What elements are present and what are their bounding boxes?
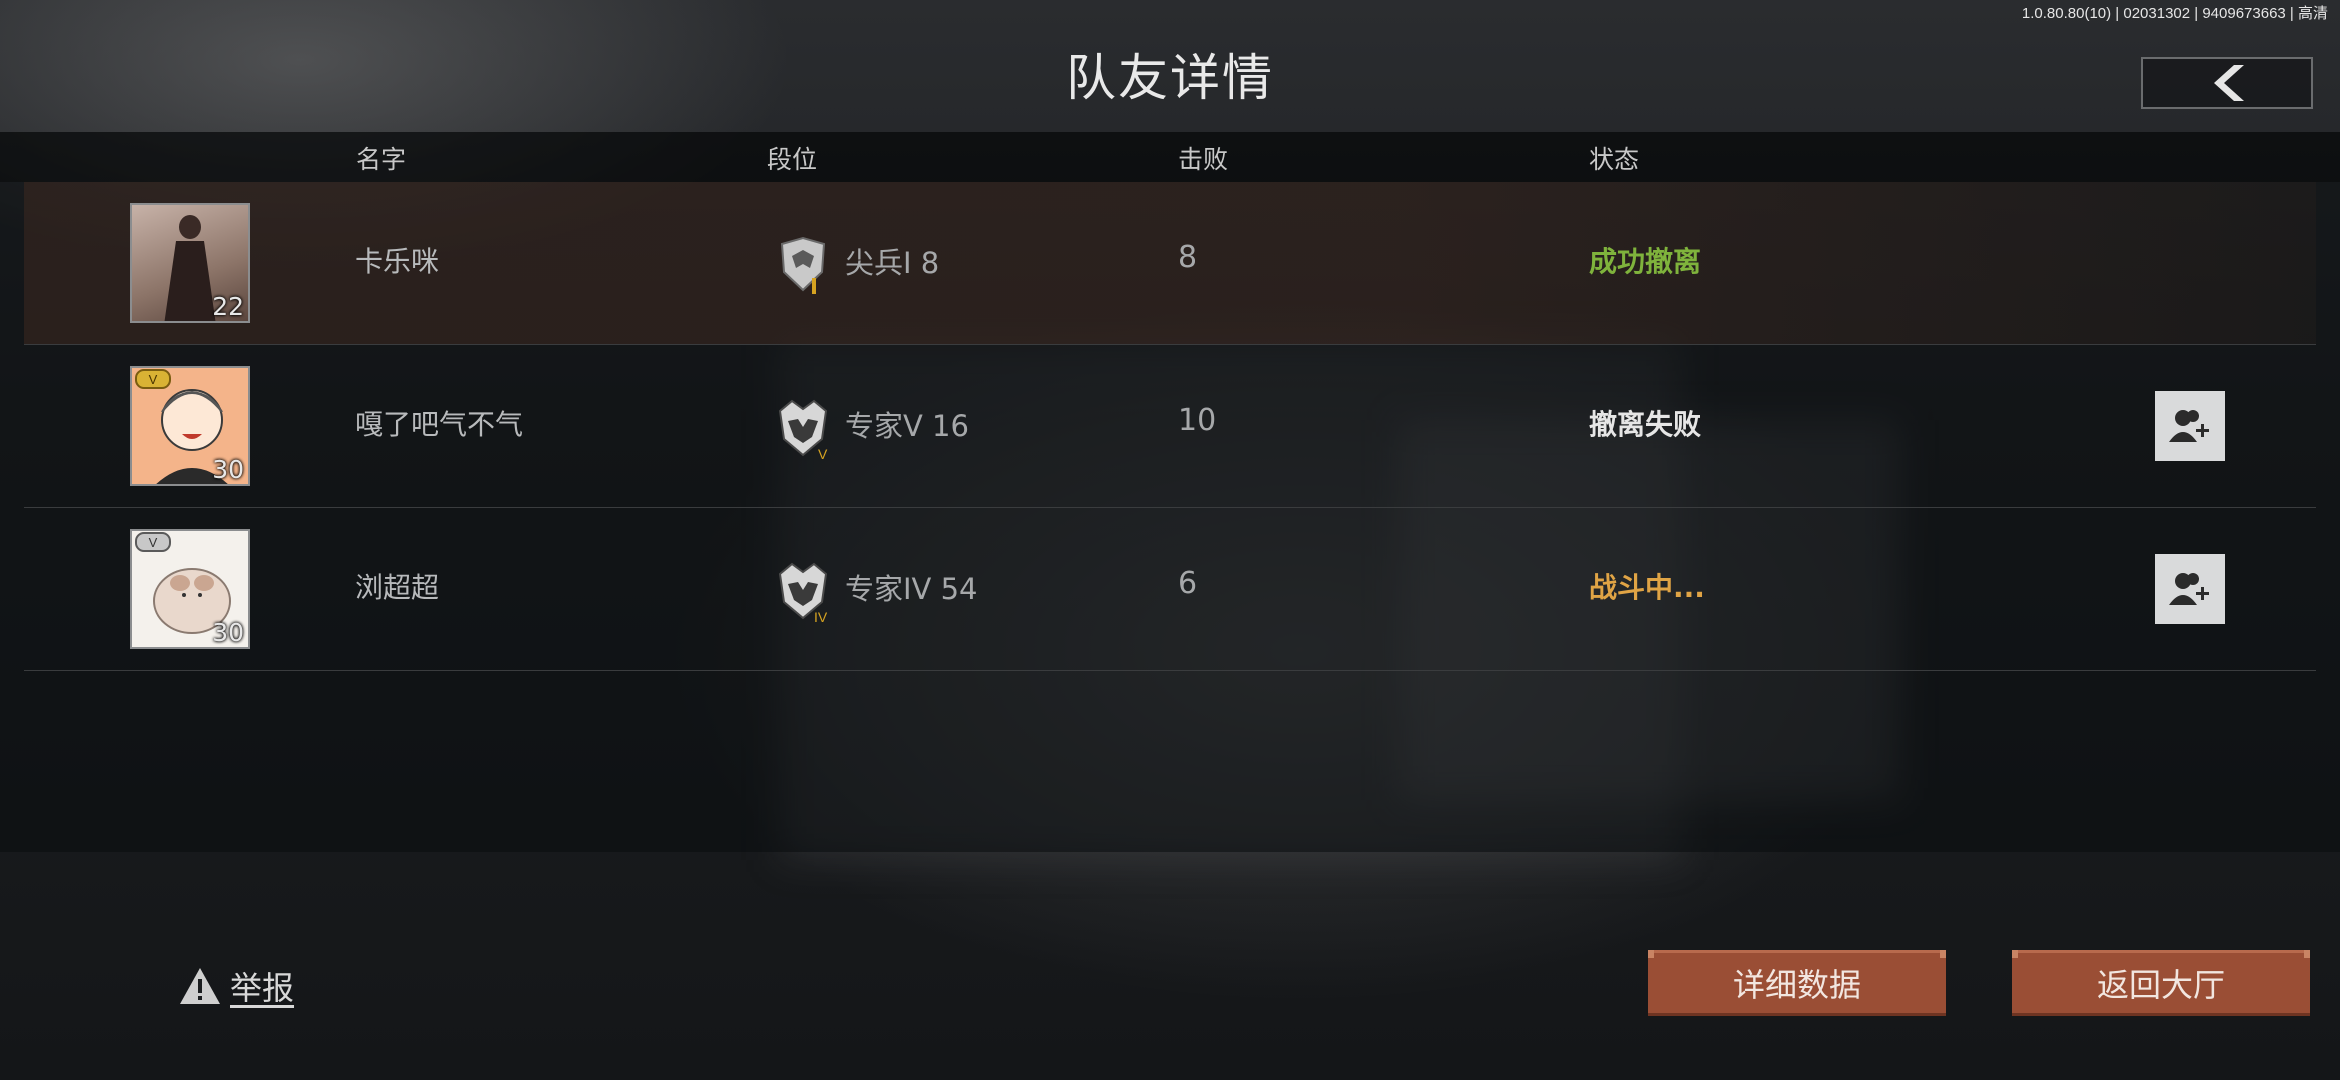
chevron-left-icon: [2214, 65, 2244, 101]
table-row: 22 卡乐咪 尖兵I 8 8 成功撤离: [24, 182, 2316, 345]
svg-text:IV: IV: [814, 609, 828, 624]
column-header-status: 状态: [1589, 145, 1640, 174]
player-status: 战斗中...: [1589, 571, 1705, 604]
vip-badge-icon: V: [135, 369, 171, 389]
column-header-kills: 击败: [1178, 145, 1229, 174]
wolf-rank-icon: V: [778, 399, 828, 461]
player-kills: 10: [1178, 403, 1217, 438]
player-kills: 8: [1178, 240, 1198, 275]
add-friend-icon: [2169, 410, 2209, 442]
version-info: 1.0.80.80(10) | 02031302 | 9409673663 | …: [2021, 5, 2328, 22]
warning-icon: [180, 968, 220, 1004]
avatar[interactable]: V 30: [130, 366, 250, 486]
table-row: V 30 浏超超 IV 专家IV 54 6 战斗中...: [24, 508, 2316, 671]
add-friend-button[interactable]: [2155, 554, 2225, 624]
report-button[interactable]: 举报: [178, 963, 294, 1009]
player-level: 30: [212, 618, 244, 647]
player-status: 成功撤离: [1589, 245, 1702, 278]
page-title: 队友详情: [1066, 49, 1274, 107]
player-name: 卡乐咪: [355, 245, 440, 278]
player-rank: 专家V 16: [845, 409, 969, 443]
table-row: V 30 嘎了吧气不气 V 专家V 16 10 撤离失败: [24, 345, 2316, 508]
svg-text:V: V: [149, 535, 158, 550]
player-level: 22: [212, 292, 244, 321]
player-rank: 专家IV 54: [845, 572, 978, 606]
column-header-name: 名字: [356, 145, 407, 174]
detail-data-button[interactable]: 详细数据: [1648, 950, 1946, 1016]
column-header-rank: 段位: [767, 145, 818, 174]
svg-text:V: V: [818, 446, 828, 461]
eagle-rank-icon: [780, 236, 826, 294]
add-friend-button[interactable]: [2155, 391, 2225, 461]
wolf-rank-icon: IV: [778, 562, 828, 624]
player-status: 撤离失败: [1589, 408, 1702, 441]
svg-text:V: V: [149, 372, 158, 387]
back-button[interactable]: [2141, 57, 2313, 109]
report-label: 举报: [230, 969, 295, 1007]
teammate-table: 名字 段位 击败 状态 22 卡乐咪 尖兵I 8 8 成功撤离 V 30 嘎了吧…: [0, 132, 2340, 852]
player-kills: 6: [1178, 566, 1198, 601]
return-lobby-button[interactable]: 返回大厅: [2012, 950, 2310, 1016]
player-name: 嘎了吧气不气: [355, 408, 524, 441]
vip-badge-icon: V: [135, 532, 171, 552]
player-level: 30: [212, 455, 244, 484]
player-rank: 尖兵I 8: [845, 246, 940, 280]
player-name: 浏超超: [355, 571, 440, 604]
avatar[interactable]: V 30: [130, 529, 250, 649]
add-friend-icon: [2169, 573, 2209, 605]
table-header: 名字 段位 击败 状态: [0, 132, 2340, 182]
avatar[interactable]: 22: [130, 203, 250, 323]
